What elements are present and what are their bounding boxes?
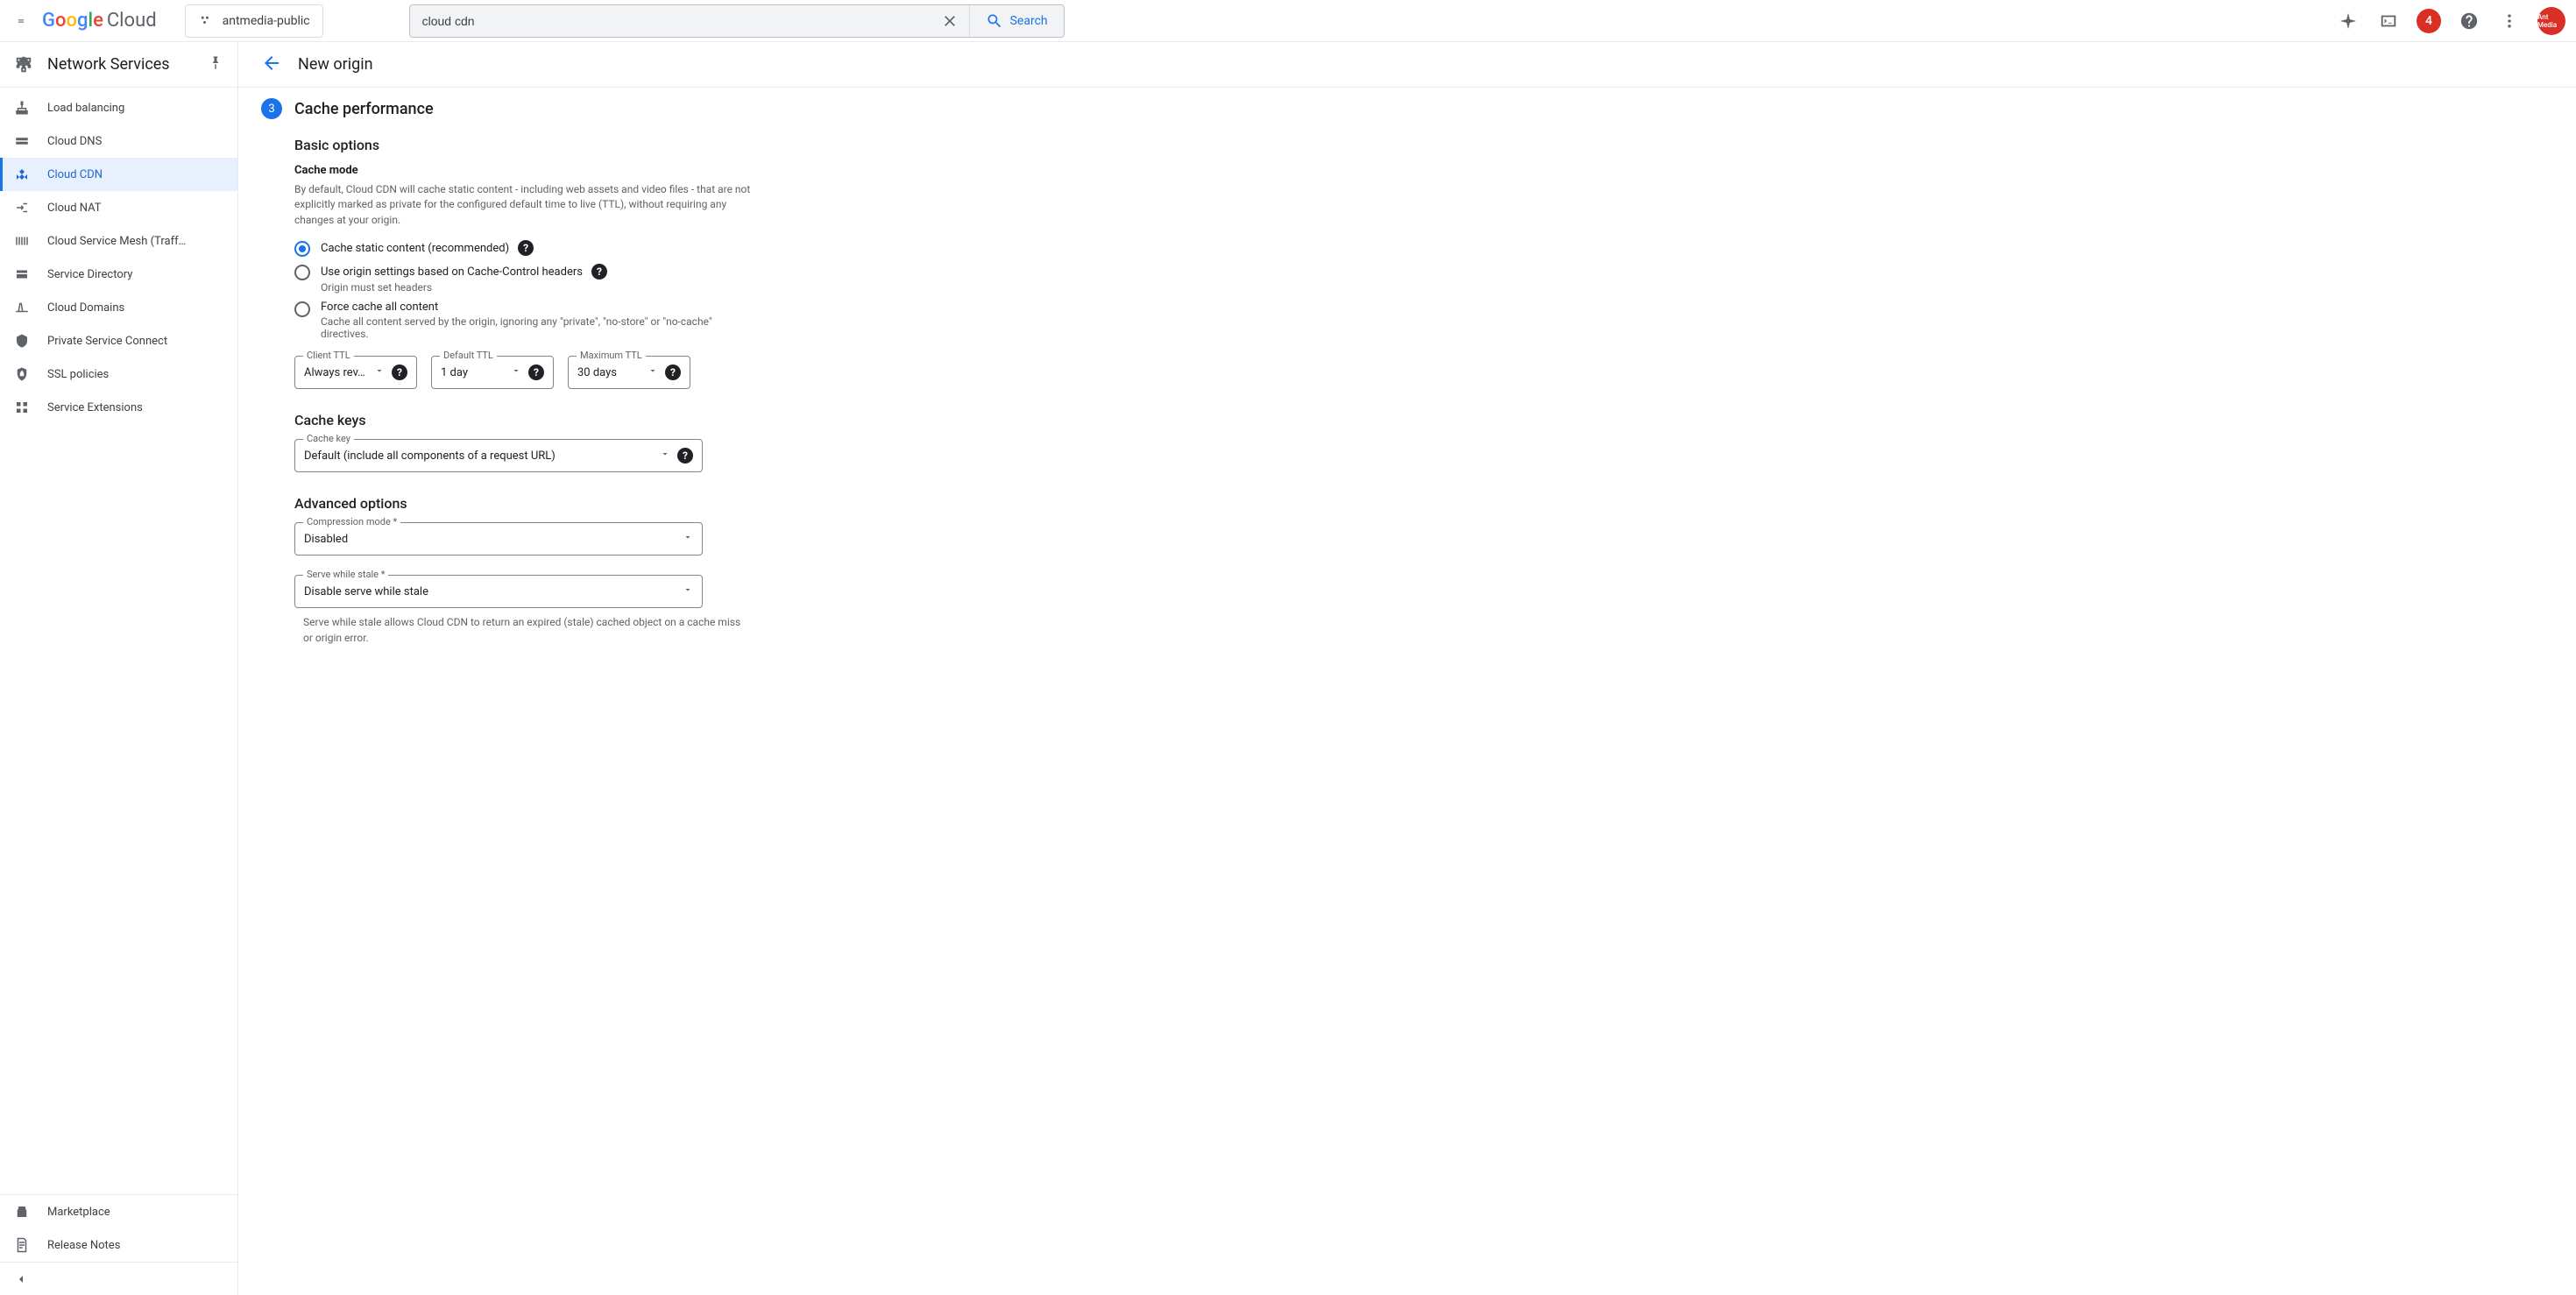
sidebar-item-marketplace[interactable]: Marketplace — [0, 1195, 237, 1228]
search-button[interactable]: Search — [969, 5, 1064, 37]
google-cloud-logo[interactable]: Google Cloud — [42, 10, 157, 32]
sidebar-item-cloud-cdn[interactable]: Cloud CDN — [0, 158, 237, 191]
cloud-shell-icon[interactable] — [2376, 9, 2401, 33]
help-icon[interactable]: ? — [591, 264, 607, 280]
help-icon[interactable]: ? — [665, 364, 681, 380]
app-header: Google Cloud antmedia-public Search 4 An… — [0, 0, 2576, 42]
step-header: 3 Cache performance — [261, 98, 752, 119]
search-input[interactable] — [410, 14, 931, 28]
serve-while-stale-field: Serve while stale * Disable serve while … — [294, 575, 752, 608]
cache-key-field: Cache key Default (include all component… — [294, 439, 752, 472]
basic-options-heading: Basic options — [294, 137, 752, 153]
ttl-row: Client TTL Always rev… ? Default TTL 1 d… — [294, 356, 752, 389]
sidebar-nav: Load balancing Cloud DNS Cloud CDN Cloud… — [0, 88, 237, 1194]
step-title: Cache performance — [294, 100, 434, 118]
cache-mode-description: By default, Cloud CDN will cache static … — [294, 182, 752, 228]
cache-keys-section: Cache keys Cache key Default (include al… — [294, 412, 752, 472]
cache-key-select[interactable]: Default (include all components of a req… — [294, 439, 703, 472]
sidebar-item-service-extensions[interactable]: Service Extensions — [0, 391, 237, 424]
sidebar-header: Network Services — [0, 42, 237, 88]
serve-while-stale-description: Serve while stale allows Cloud CDN to re… — [303, 615, 752, 646]
sidebar-item-cloud-service-mesh[interactable]: Cloud Service Mesh (Traff… — [0, 224, 237, 258]
maximum-ttl-field: Maximum TTL 30 days ? — [568, 356, 690, 389]
sidebar-bottom: Marketplace Release Notes — [0, 1194, 237, 1295]
header-actions: 4 Ant Media — [2336, 7, 2565, 35]
sidebar-title: Network Services — [47, 55, 194, 74]
form-content: 3 Cache performance Basic options Cache … — [261, 98, 752, 646]
more-icon[interactable] — [2497, 9, 2522, 33]
basic-options-section: Basic options Cache mode By default, Clo… — [294, 137, 752, 389]
client-ttl-field: Client TTL Always rev… ? — [294, 356, 417, 389]
sidebar-item-cloud-nat[interactable]: Cloud NAT — [0, 191, 237, 224]
sidebar-item-load-balancing[interactable]: Load balancing — [0, 91, 237, 124]
chevron-down-icon — [374, 365, 385, 379]
page-title: New origin — [298, 55, 373, 74]
sidebar-item-private-service-connect[interactable]: Private Service Connect — [0, 324, 237, 357]
collapse-sidebar-button[interactable] — [0, 1262, 237, 1295]
compression-mode-field: Compression mode * Disabled — [294, 522, 752, 556]
help-icon[interactable]: ? — [677, 448, 693, 464]
project-name: antmedia-public — [223, 14, 310, 28]
sidebar: Network Services Load balancing Cloud DN… — [0, 42, 238, 1295]
sidebar-item-ssl-policies[interactable]: SSL policies — [0, 357, 237, 391]
radio-icon[interactable] — [294, 241, 310, 257]
main-panel: New origin 3 Cache performance Basic opt… — [238, 42, 2576, 1295]
cache-mode-label: Cache mode — [294, 164, 752, 177]
gemini-icon[interactable] — [2336, 9, 2360, 33]
cache-mode-option-static[interactable]: Cache static content (recommended) ? — [294, 237, 752, 260]
chevron-down-icon — [683, 584, 693, 598]
account-avatar[interactable]: Ant Media — [2537, 7, 2565, 35]
project-selector[interactable]: antmedia-public — [185, 4, 323, 38]
main-scroll[interactable]: 3 Cache performance Basic options Cache … — [238, 88, 2576, 1295]
chevron-down-icon — [683, 532, 693, 546]
radio-icon[interactable] — [294, 301, 310, 317]
chevron-down-icon — [511, 365, 521, 379]
search-box: Search — [409, 4, 1065, 38]
step-number-badge: 3 — [261, 98, 282, 119]
cache-mode-option-force[interactable]: Force cache all content Cache all conten… — [294, 297, 752, 343]
app-body: Network Services Load balancing Cloud DN… — [0, 42, 2576, 1295]
radio-icon[interactable] — [294, 265, 310, 280]
help-icon[interactable] — [2457, 9, 2481, 33]
sidebar-item-cloud-domains[interactable]: Cloud Domains — [0, 291, 237, 324]
cache-keys-heading: Cache keys — [294, 412, 752, 428]
sidebar-item-service-directory[interactable]: Service Directory — [0, 258, 237, 291]
advanced-options-heading: Advanced options — [294, 495, 752, 512]
sidebar-item-cloud-dns[interactable]: Cloud DNS — [0, 124, 237, 158]
help-icon[interactable]: ? — [528, 364, 544, 380]
back-arrow-icon[interactable] — [261, 53, 282, 77]
help-icon[interactable]: ? — [392, 364, 407, 380]
page-header: New origin — [238, 42, 2576, 88]
menu-icon[interactable] — [11, 11, 32, 32]
clear-search-icon[interactable] — [931, 12, 969, 30]
chevron-down-icon — [648, 365, 658, 379]
cache-mode-option-origin[interactable]: Use origin settings based on Cache-Contr… — [294, 260, 752, 297]
sidebar-item-release-notes[interactable]: Release Notes — [0, 1228, 237, 1262]
default-ttl-field: Default TTL 1 day ? — [431, 356, 554, 389]
network-services-icon — [14, 55, 33, 74]
pin-icon[interactable] — [208, 55, 223, 74]
advanced-options-section: Advanced options Compression mode * Disa… — [294, 495, 752, 646]
chevron-down-icon — [660, 449, 670, 463]
help-icon[interactable]: ? — [518, 240, 534, 256]
notifications-badge[interactable]: 4 — [2417, 9, 2441, 33]
